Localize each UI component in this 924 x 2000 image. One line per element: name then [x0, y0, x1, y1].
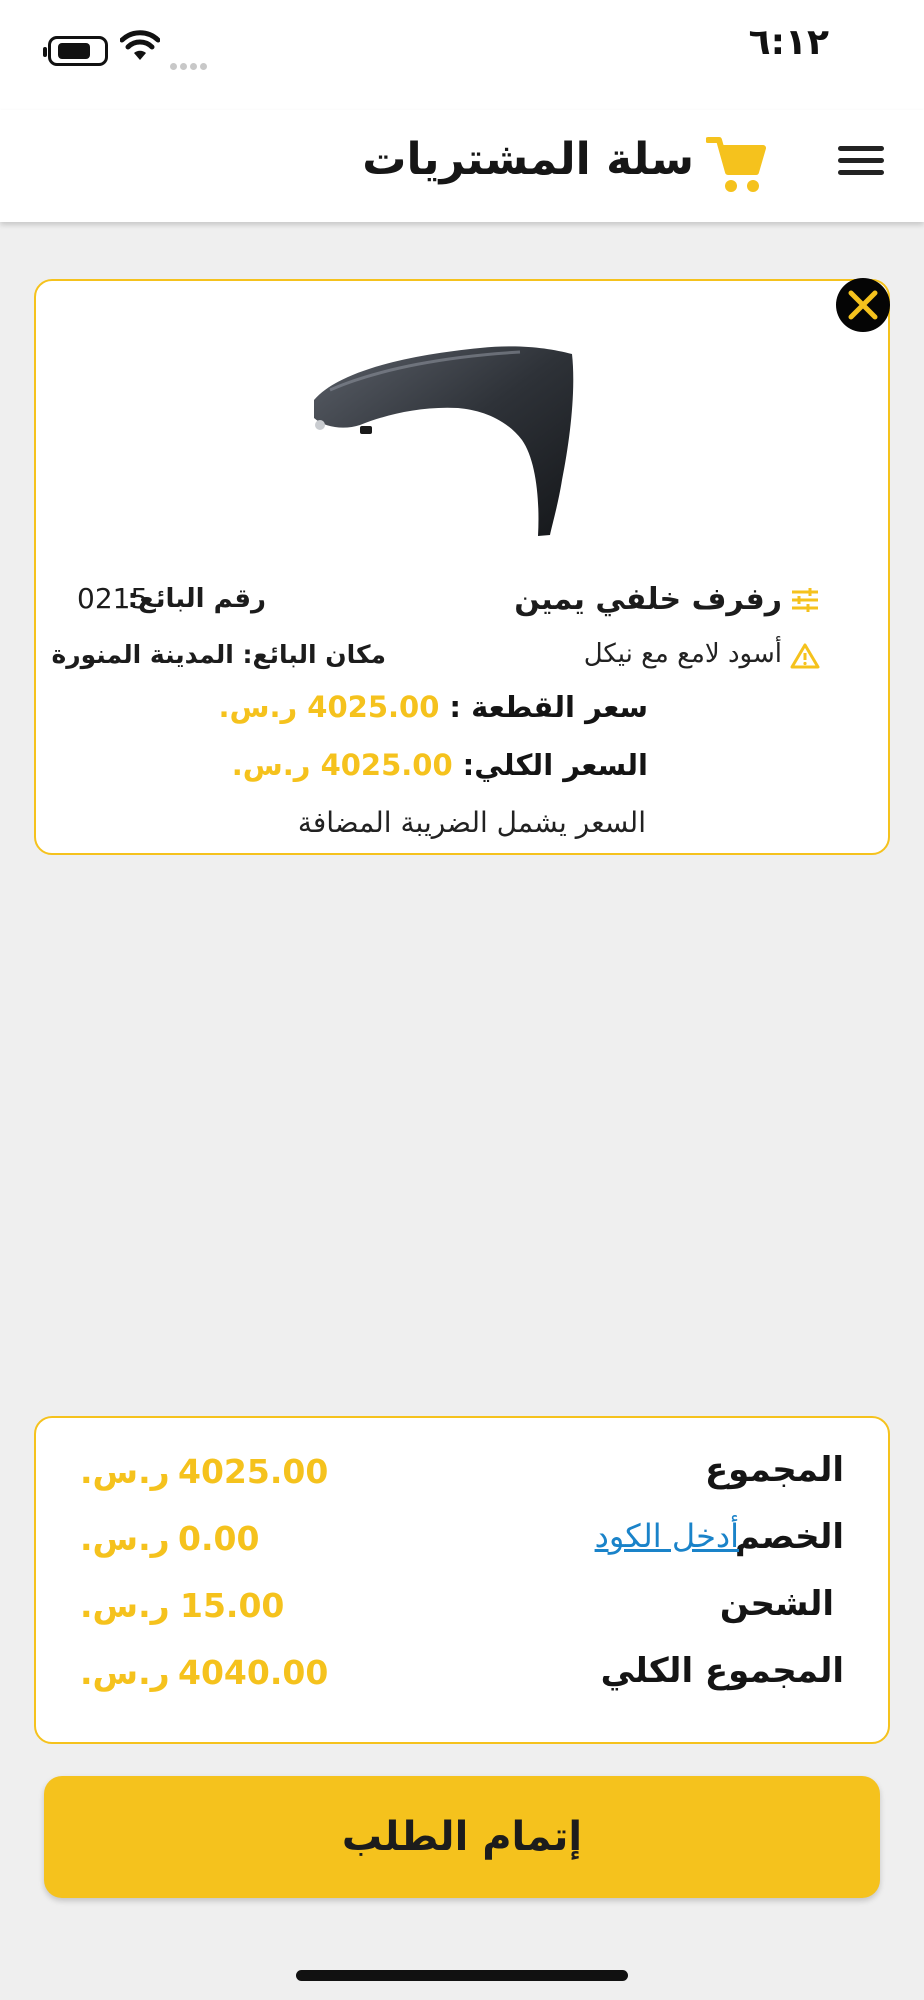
shipping-value: 15.00 — [180, 1586, 285, 1625]
shopping-cart-icon — [706, 137, 766, 192]
status-bar: ٦:١٢ — [0, 0, 924, 110]
grand-total-row: المجموع الكلي 4040.00 ر.س. — [80, 1651, 844, 1701]
grand-total-label: المجموع الكلي — [600, 1651, 844, 1691]
shipping-row: الشحن 15.00 ر.س. — [80, 1584, 844, 1634]
subtotal-currency: ر.س. — [80, 1452, 170, 1491]
battery-icon — [43, 36, 108, 66]
subtotal-label: المجموع — [704, 1450, 844, 1490]
app-header: سلة المشتريات — [0, 110, 924, 222]
page-title: سلة المشتريات — [362, 134, 694, 185]
tax-note: السعر يشمل الضريبة المضافة — [297, 806, 646, 839]
enter-coupon-link[interactable]: أدخل الكود — [595, 1517, 739, 1555]
seller-number: 0215 — [77, 582, 149, 615]
shipping-label: الشحن — [719, 1584, 834, 1624]
remove-item-button[interactable] — [836, 278, 890, 332]
discount-row: الخصم أدخل الكود 0.00 ر.س. — [80, 1517, 844, 1567]
cellular-signal-icon — [170, 55, 214, 70]
total-price-value: 4025.00 ر.س. — [231, 748, 453, 782]
grand-total-currency: ر.س. — [80, 1653, 170, 1692]
discount-currency: ر.س. — [80, 1519, 170, 1558]
car-fender-part-image — [314, 346, 574, 536]
shipping-currency: ر.س. — [80, 1586, 170, 1625]
unit-price-row: سعر القطعة : 4025.00 ر.س. — [218, 690, 648, 724]
checkout-button[interactable]: إتمام الطلب — [44, 1776, 880, 1898]
seller-location: مكان البائع: المدينة المنورة — [51, 640, 386, 669]
unit-price-value: 4025.00 ر.س. — [218, 690, 440, 724]
total-price-label: السعر الكلي: — [462, 748, 648, 782]
close-icon — [848, 290, 878, 320]
sliders-icon — [792, 588, 818, 612]
unit-price-label: سعر القطعة : — [449, 690, 648, 724]
item-name: رفرف خلفي يمين — [514, 582, 782, 617]
subtotal-row: المجموع 4025.00 ر.س. — [80, 1450, 844, 1500]
status-time: ٦:١٢ — [748, 22, 829, 63]
discount-value: 0.00 — [178, 1519, 260, 1558]
warning-icon — [790, 643, 820, 669]
grand-total-value: 4040.00 — [178, 1653, 329, 1692]
seller-number-label: رقم البائع: — [127, 584, 266, 614]
wifi-icon — [120, 30, 160, 60]
subtotal-value: 4025.00 — [178, 1452, 329, 1491]
item-color: أسود لامع مع نيكل — [583, 639, 782, 669]
total-price-row: السعر الكلي: 4025.00 ر.س. — [232, 748, 648, 782]
hamburger-menu-icon[interactable] — [838, 146, 884, 186]
home-indicator[interactable] — [296, 1970, 628, 1981]
discount-label: الخصم — [734, 1517, 844, 1557]
